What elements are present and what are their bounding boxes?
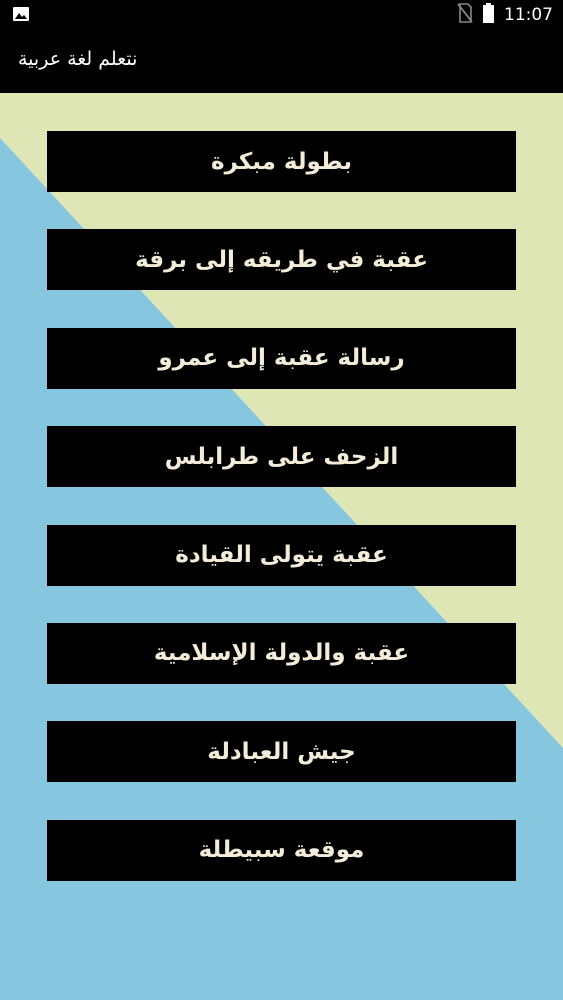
menu-list: بطولة مبكرة عقبة في طريقه إلى برقة رسالة…	[47, 131, 516, 918]
menu-item-early-heroism[interactable]: بطولة مبكرة	[47, 131, 516, 192]
app-title: نتعلم لغة عربية	[18, 48, 138, 70]
menu-item-letter-to-amr[interactable]: رسالة عقبة إلى عمرو	[47, 327, 516, 389]
no-sim-icon	[457, 3, 473, 27]
battery-icon	[483, 3, 494, 27]
status-bar: 11:07	[0, 0, 563, 30]
main-content: بطولة مبكرة عقبة في طريقه إلى برقة رسالة…	[0, 93, 563, 1000]
status-clock: 11:07	[504, 5, 553, 25]
menu-item-takes-command[interactable]: عقبة يتولى القيادة	[47, 524, 516, 586]
menu-item-march-on-tripoli[interactable]: الزحف على طرابلس	[47, 426, 516, 488]
menu-item-islamic-state[interactable]: عقبة والدولة الإسلامية	[47, 622, 516, 684]
menu-item-battle-of-sbeitla[interactable]: موقعة سبيطلة	[47, 819, 516, 881]
app-bar: نتعلم لغة عربية	[0, 30, 563, 93]
image-notification-icon	[12, 6, 30, 22]
menu-item-army-of-abadila[interactable]: جيش العبادلة	[47, 721, 516, 783]
menu-item-path-to-barqa[interactable]: عقبة في طريقه إلى برقة	[47, 229, 516, 291]
